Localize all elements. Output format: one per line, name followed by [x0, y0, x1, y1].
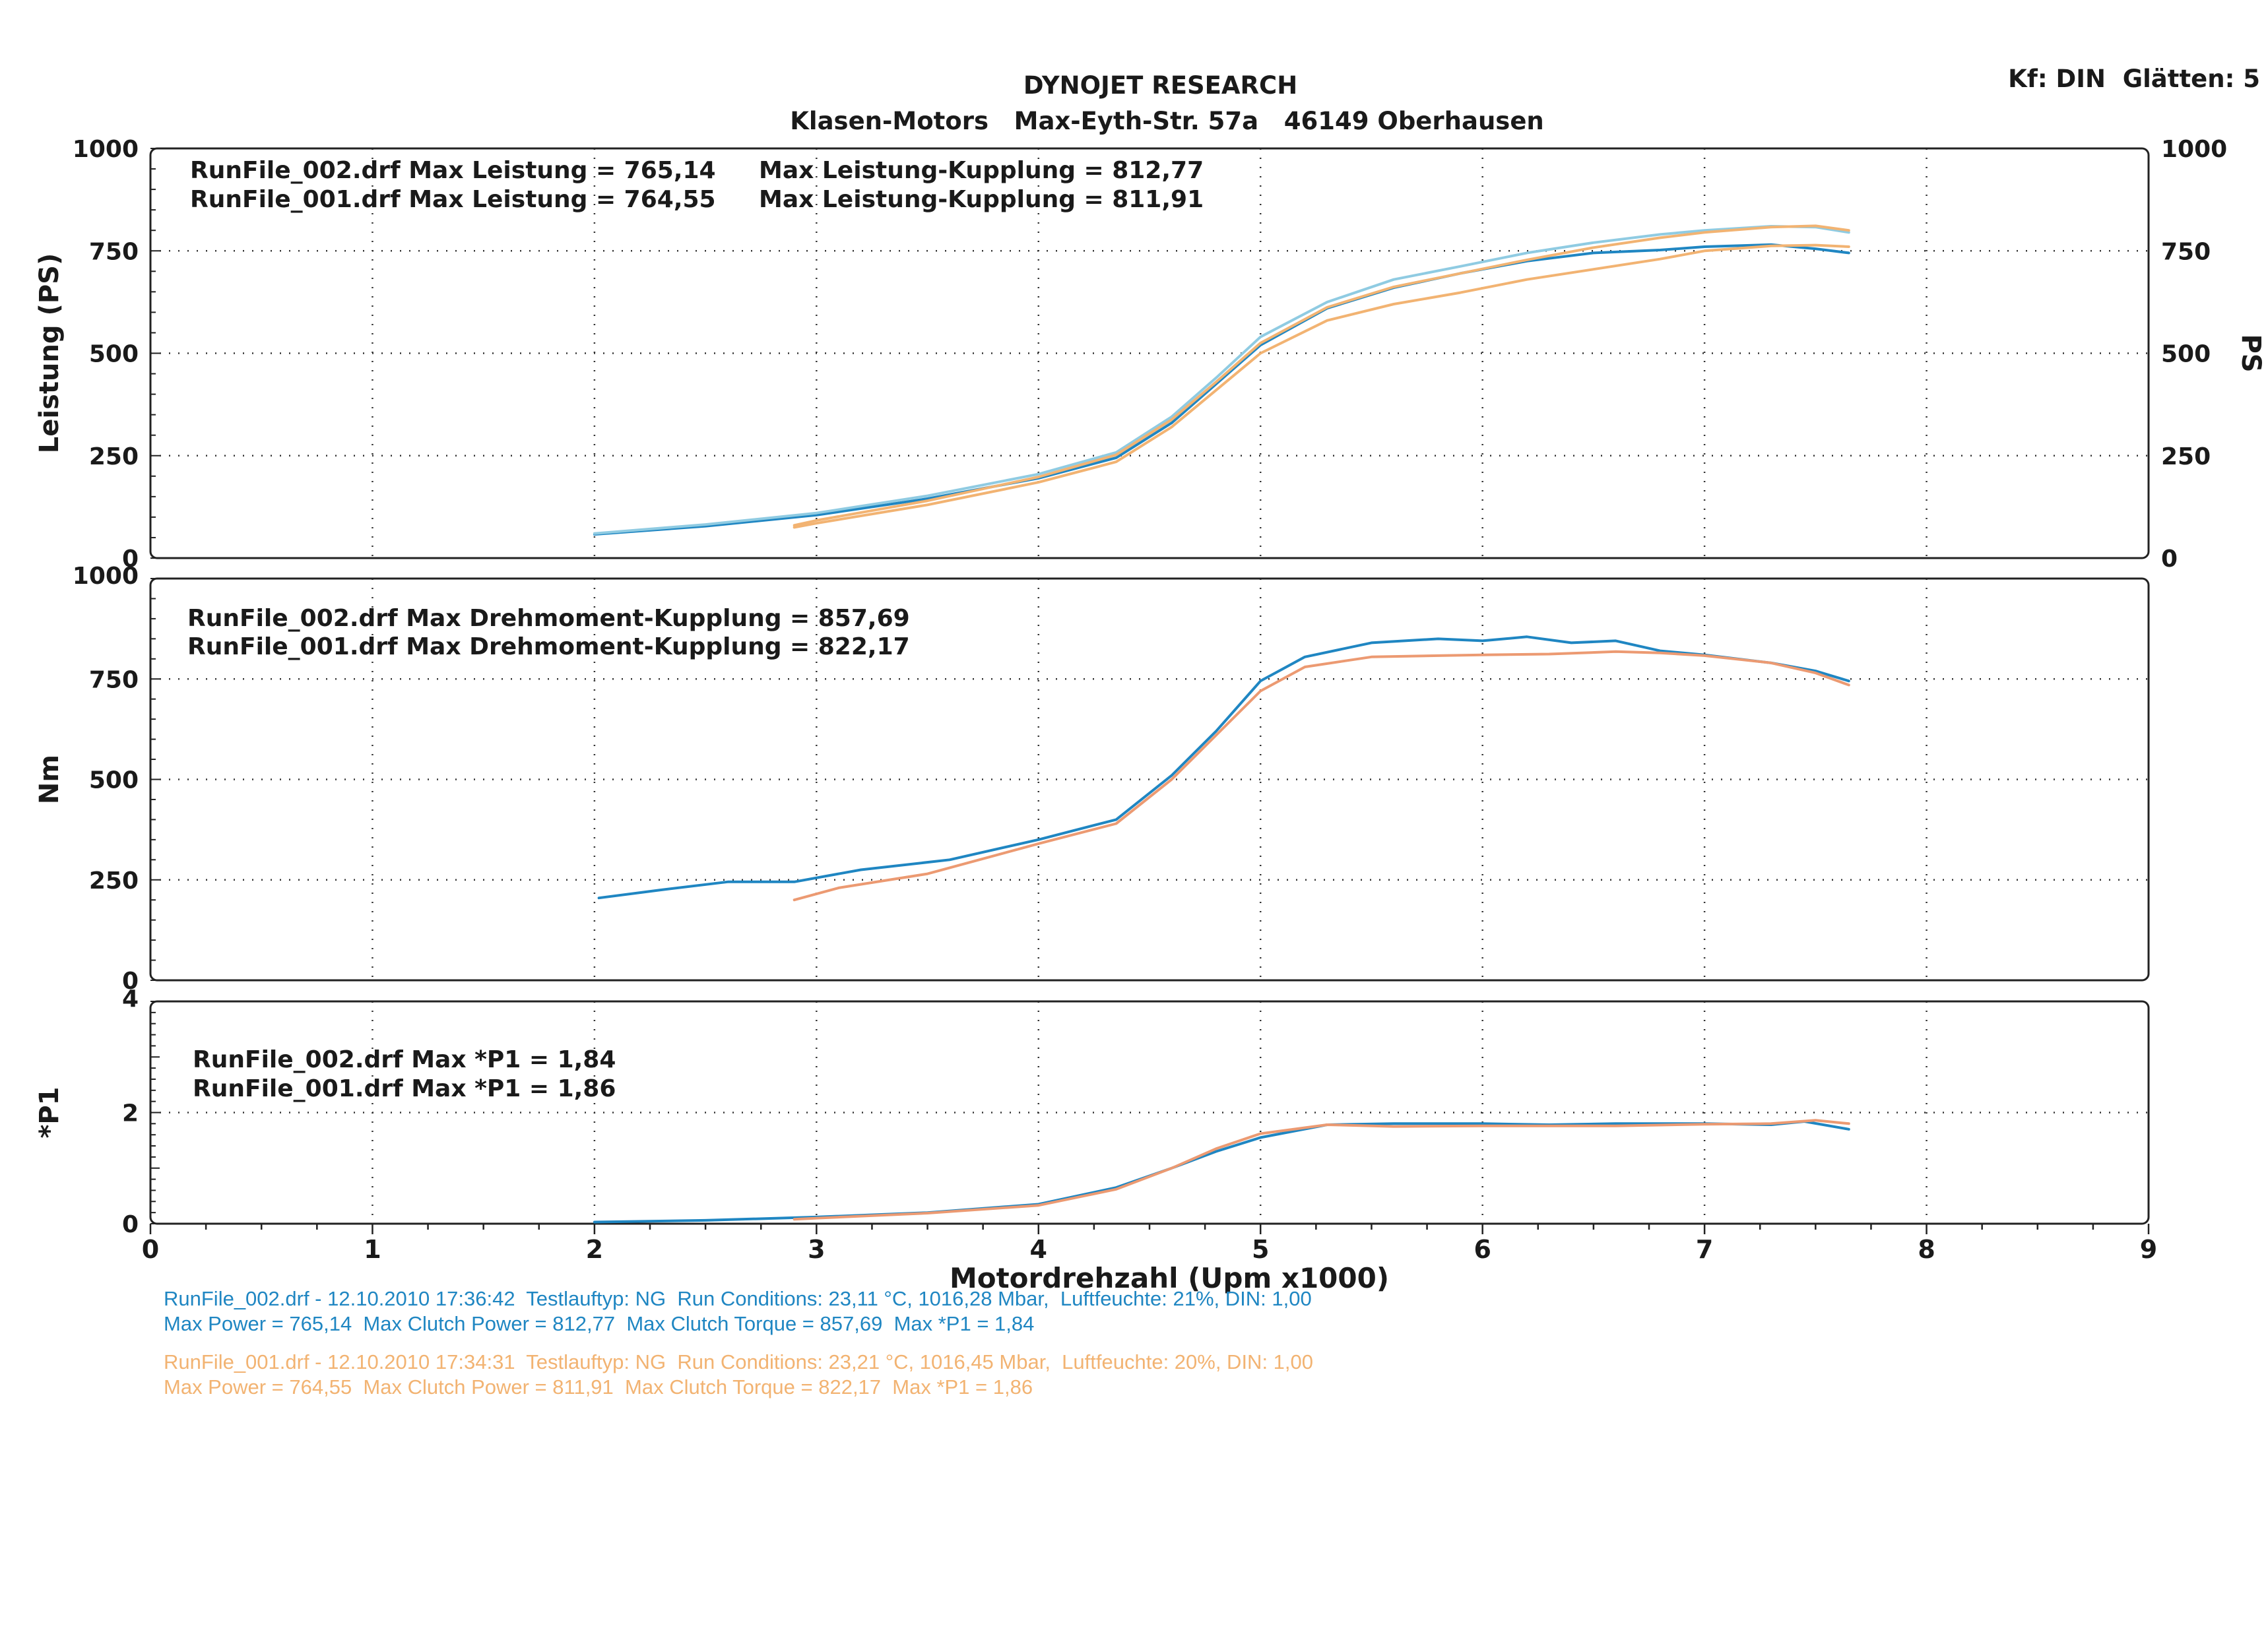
- power-ytick-label-right: 1000: [2161, 136, 2227, 163]
- x-tick-label: 9: [2140, 1235, 2157, 1264]
- torque-series-2: [793, 650, 1850, 902]
- power-series-4: [793, 224, 1850, 527]
- x-tick-label: 2: [586, 1235, 603, 1264]
- p1-annotation: RunFile_001.drf Max *P1 = 1,86: [193, 1075, 616, 1102]
- power-annotation: Max Leistung-Kupplung = 812,77: [759, 157, 1204, 184]
- x-tick-label: 7: [1696, 1235, 1713, 1264]
- x-tick-label: 4: [1030, 1235, 1047, 1264]
- p1-ylabel: *P1: [34, 1086, 65, 1138]
- p1-series-2: [793, 1119, 1850, 1221]
- torque-ytick-label: 750: [89, 666, 139, 693]
- x-tick-label: 1: [364, 1235, 381, 1264]
- footer-run002-line2: Max Power = 765,14 Max Clutch Power = 81…: [164, 1312, 1035, 1335]
- power-ytick-label-right: 500: [2161, 341, 2211, 368]
- p1-series-1: [593, 1120, 1850, 1224]
- power-ytick-label: 1000: [73, 136, 139, 163]
- x-tick-label: 8: [1918, 1235, 1935, 1264]
- power-series-3: [793, 243, 1850, 529]
- power-annotation: RunFile_001.drf Max Leistung = 764,55: [190, 186, 716, 213]
- power-annotation: RunFile_002.drf Max Leistung = 765,14: [190, 157, 716, 184]
- footer-run001-line1: RunFile_001.drf - 12.10.2010 17:34:31 Te…: [164, 1350, 1314, 1373]
- torque-ytick-label: 250: [89, 867, 139, 895]
- torque-ytick-label: 1000: [73, 563, 139, 590]
- power-ylabel-right: PS: [2236, 334, 2266, 372]
- x-tick-label: 6: [1474, 1235, 1491, 1264]
- p1-ytick-label: 0: [122, 1211, 139, 1238]
- torque-annotation: RunFile_002.drf Max Drehmoment-Kupplung …: [187, 605, 910, 632]
- p1-ytick-label: 4: [122, 986, 139, 1013]
- x-tick-label: 0: [142, 1235, 159, 1264]
- power-ytick-label-right: 250: [2161, 443, 2211, 470]
- x-tick-label: 5: [1252, 1235, 1269, 1264]
- power-ylabel: Leistung (PS): [34, 253, 65, 453]
- torque-series-1: [597, 635, 1850, 900]
- p1-ytick-label: 2: [122, 1100, 139, 1127]
- torque-annotation: RunFile_001.drf Max Drehmoment-Kupplung …: [187, 633, 910, 660]
- x-tick-label: 3: [808, 1235, 825, 1264]
- power-annotation: Max Leistung-Kupplung = 811,91: [759, 186, 1204, 213]
- torque-ylabel: Nm: [34, 755, 65, 804]
- torque-ytick-label: 500: [89, 767, 139, 794]
- footer-run002-line1: RunFile_002.drf - 12.10.2010 17:36:42 Te…: [164, 1287, 1312, 1310]
- power-series-1: [593, 243, 1850, 536]
- footer-run001-line2: Max Power = 764,55 Max Clutch Power = 81…: [164, 1375, 1033, 1399]
- p1-annotation: RunFile_002.drf Max *P1 = 1,84: [193, 1046, 616, 1073]
- power-ytick-label-right: 0: [2161, 546, 2178, 573]
- power-ytick-label-right: 750: [2161, 238, 2211, 265]
- power-ytick-label: 750: [89, 238, 139, 265]
- power-ytick-label: 250: [89, 443, 139, 470]
- power-ytick-label: 500: [89, 341, 139, 368]
